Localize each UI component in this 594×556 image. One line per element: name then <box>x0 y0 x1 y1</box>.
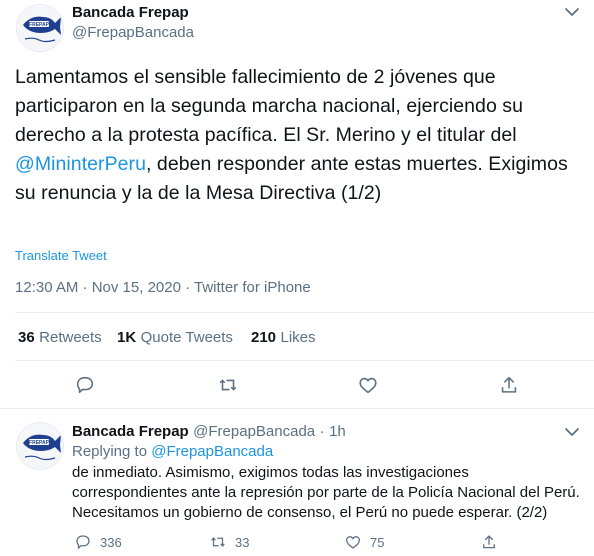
divider <box>15 312 594 313</box>
reply-more-options-button[interactable] <box>562 422 582 447</box>
likes-label: Likes <box>280 329 316 346</box>
divider <box>15 360 594 361</box>
retweet-icon <box>211 536 225 548</box>
reply-icon <box>76 376 94 394</box>
replying-to: Replying to @FrepapBancada <box>72 443 273 460</box>
share-icon <box>483 535 495 549</box>
replying-to-link[interactable]: @FrepapBancada <box>151 443 273 460</box>
reply-like-button[interactable]: 75 <box>344 533 384 551</box>
share-button[interactable] <box>498 374 520 401</box>
retweets-count: 36 <box>18 329 35 346</box>
likes-count: 210 <box>251 329 277 346</box>
retweets-stat[interactable]: 36 Retweets <box>18 329 102 347</box>
frepap-logo-icon: FREPAP <box>17 5 63 51</box>
like-icon <box>345 536 361 549</box>
chevron-down-icon <box>565 8 579 16</box>
share-icon <box>501 376 517 393</box>
reply-avatar[interactable]: FREPAP <box>16 422 64 470</box>
retweet-icon <box>219 379 237 391</box>
reply-author-handle[interactable]: @FrepapBancada <box>193 423 315 440</box>
avatar-logo-text: FREPAP <box>29 22 50 28</box>
tweet-text-part: Lamentamos el sensible fallecimiento de … <box>15 66 524 146</box>
quotes-label: Quote Tweets <box>140 329 233 346</box>
quote-tweets-stat[interactable]: 1K Quote Tweets <box>117 329 233 347</box>
tweet-text: Lamentamos el sensible fallecimiento de … <box>15 63 587 208</box>
chevron-down-icon <box>565 428 579 436</box>
reply-author-name[interactable]: Bancada Frepap <box>72 423 189 440</box>
separator-dot: · <box>319 423 325 440</box>
reply-icon <box>76 535 90 550</box>
reply-retweet-button[interactable]: 33 <box>209 533 249 551</box>
avatar[interactable]: FREPAP <box>16 4 64 52</box>
reply-share-button[interactable] <box>480 533 498 556</box>
replying-to-prefix: Replying to <box>72 443 152 460</box>
tweet-timestamp[interactable]: 12:30 AM · Nov 15, 2020 · Twitter for iP… <box>15 279 311 296</box>
reply-tweet-text: de inmediato. Asimismo, exigimos todas l… <box>72 464 580 521</box>
reply-header: Bancada Frepap @FrepapBancada · 1h <box>72 423 346 441</box>
reply-time[interactable]: 1h <box>329 423 346 440</box>
reply-button[interactable] <box>74 374 96 401</box>
reply-reply-button[interactable]: 336 <box>74 533 122 551</box>
avatar-logo-text: FREPAP <box>29 440 50 446</box>
retweet-button[interactable] <box>217 374 239 401</box>
reply-count: 336 <box>100 534 122 550</box>
translate-tweet-link[interactable]: Translate Tweet <box>15 248 107 263</box>
frepap-logo-icon: FREPAP <box>17 423 63 469</box>
likes-stat[interactable]: 210 Likes <box>251 329 316 347</box>
divider <box>0 408 594 409</box>
retweets-label: Retweets <box>39 329 102 346</box>
like-button[interactable] <box>357 374 379 401</box>
mention-link[interactable]: @MininterPeru <box>15 153 146 175</box>
author-handle[interactable]: @FrepapBancada <box>72 24 194 41</box>
author-name[interactable]: Bancada Frepap <box>72 4 189 21</box>
reply-like-count: 75 <box>370 534 385 550</box>
reply-retweet-count: 33 <box>235 534 250 550</box>
quotes-count: 1K <box>117 329 137 346</box>
like-icon <box>359 377 377 394</box>
more-options-button[interactable] <box>562 2 582 27</box>
